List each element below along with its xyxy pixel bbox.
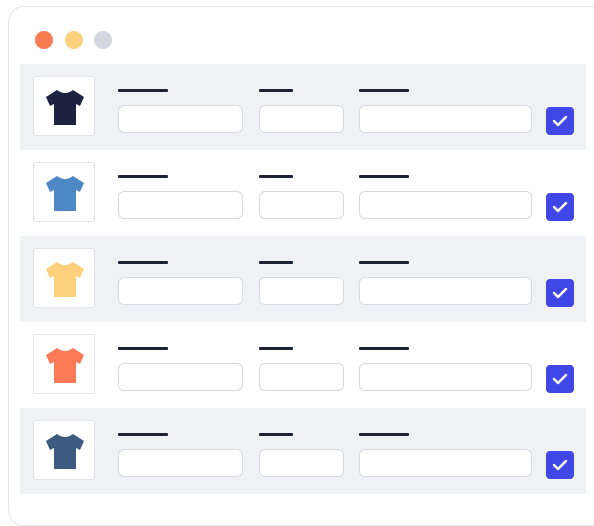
product-name-input[interactable] <box>118 449 243 477</box>
product-row <box>20 150 586 236</box>
tshirt-icon <box>46 176 84 211</box>
product-size-input[interactable] <box>259 363 344 391</box>
field-label-placeholder <box>259 175 293 178</box>
row-select-checkbox[interactable] <box>546 193 574 221</box>
field-label-placeholder <box>359 347 409 350</box>
product-row <box>20 408 586 494</box>
field-label-placeholder <box>118 261 168 264</box>
row-select-checkbox[interactable] <box>546 451 574 479</box>
product-size-input[interactable] <box>259 449 344 477</box>
tshirt-icon <box>46 434 84 469</box>
field-label-placeholder <box>259 261 293 264</box>
product-name-input[interactable] <box>118 277 243 305</box>
product-description-input[interactable] <box>359 363 532 391</box>
product-row <box>20 64 586 150</box>
product-name-input[interactable] <box>118 191 243 219</box>
field-label-placeholder <box>118 433 168 436</box>
product-thumbnail[interactable] <box>33 76 95 136</box>
checkmark-icon <box>552 287 568 299</box>
window-maximize-button[interactable] <box>94 31 112 49</box>
product-thumbnail[interactable] <box>33 420 95 480</box>
product-row <box>20 236 586 322</box>
window-minimize-button[interactable] <box>65 31 83 49</box>
field-label-placeholder <box>359 89 409 92</box>
field-label-placeholder <box>359 433 409 436</box>
tshirt-icon <box>46 348 84 383</box>
product-size-input[interactable] <box>259 105 344 133</box>
product-name-input[interactable] <box>118 363 243 391</box>
checkmark-icon <box>552 459 568 471</box>
checkmark-icon <box>552 201 568 213</box>
product-thumbnail[interactable] <box>33 162 95 222</box>
checkmark-icon <box>552 115 568 127</box>
tshirt-icon <box>46 90 84 125</box>
product-description-input[interactable] <box>359 191 532 219</box>
product-description-input[interactable] <box>359 105 532 133</box>
row-select-checkbox[interactable] <box>546 365 574 393</box>
product-row <box>20 322 586 408</box>
field-label-placeholder <box>359 261 409 264</box>
checkmark-icon <box>552 373 568 385</box>
product-thumbnail[interactable] <box>33 248 95 308</box>
field-label-placeholder <box>118 347 168 350</box>
product-description-input[interactable] <box>359 449 532 477</box>
product-size-input[interactable] <box>259 191 344 219</box>
field-label-placeholder <box>259 347 293 350</box>
tshirt-icon <box>46 262 84 297</box>
row-select-checkbox[interactable] <box>546 107 574 135</box>
field-label-placeholder <box>118 89 168 92</box>
product-size-input[interactable] <box>259 277 344 305</box>
window-close-button[interactable] <box>35 31 53 49</box>
field-label-placeholder <box>259 89 293 92</box>
product-name-input[interactable] <box>118 105 243 133</box>
field-label-placeholder <box>259 433 293 436</box>
product-thumbnail[interactable] <box>33 334 95 394</box>
row-select-checkbox[interactable] <box>546 279 574 307</box>
field-label-placeholder <box>359 175 409 178</box>
product-description-input[interactable] <box>359 277 532 305</box>
field-label-placeholder <box>118 175 168 178</box>
